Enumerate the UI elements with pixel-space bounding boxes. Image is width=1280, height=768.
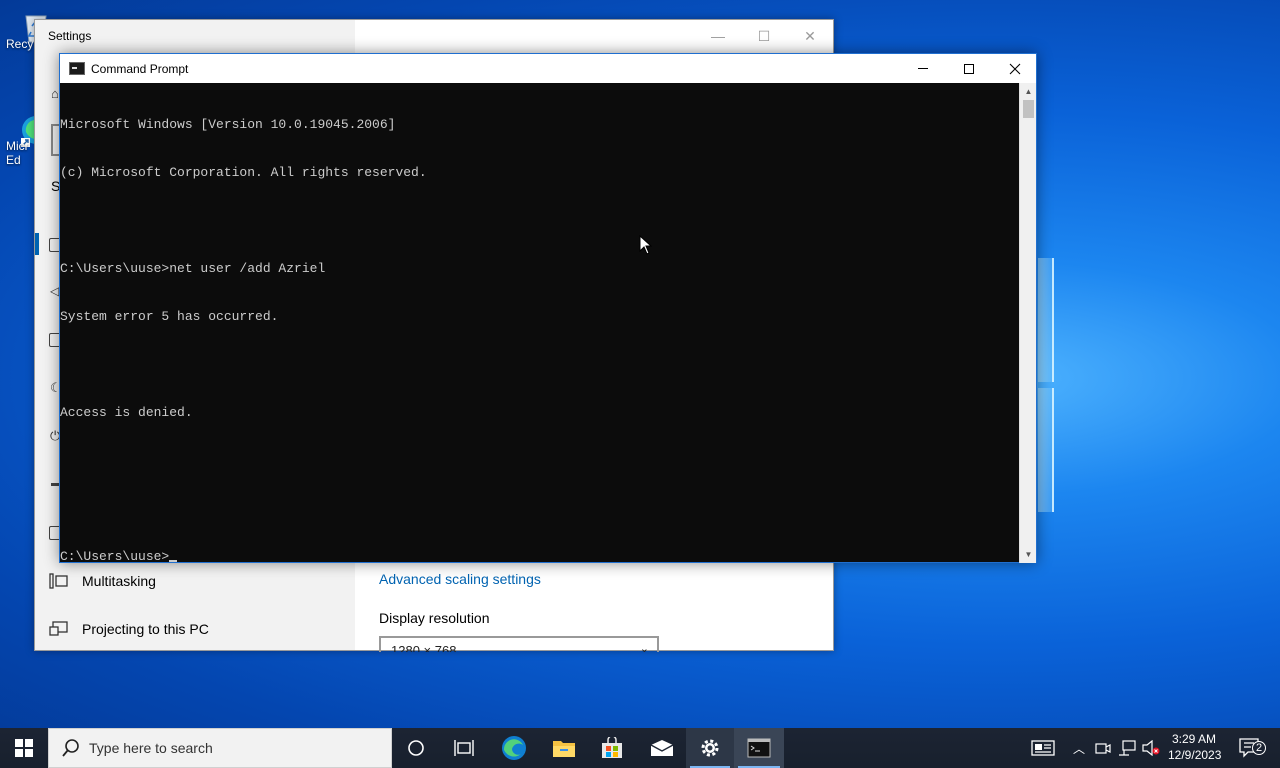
settings-window-controls: — ☐ ✕ xyxy=(695,20,833,52)
nav-item-label: Projecting to this PC xyxy=(82,621,209,637)
settings-maximize-button[interactable]: ☐ xyxy=(741,20,787,52)
command-prompt-window: Command Prompt Microsoft Windows [Versio… xyxy=(59,53,1037,565)
taskbar-cmd-button[interactable] xyxy=(734,728,784,768)
console-prompt: C:\Users\uuse> xyxy=(60,549,170,564)
search-placeholder: Type here to search xyxy=(89,740,213,756)
text-cursor xyxy=(169,560,178,562)
console-line: Microsoft Windows [Version 10.0.19045.20… xyxy=(60,117,396,132)
taskbar-store-button[interactable] xyxy=(588,728,636,768)
nav-item-projecting[interactable]: Projecting to this PC xyxy=(49,615,209,643)
volume-button[interactable] xyxy=(1140,728,1162,768)
camera-icon xyxy=(1095,743,1111,754)
scroll-down-arrow-icon[interactable]: ▼ xyxy=(1020,546,1037,563)
search-icon xyxy=(62,739,79,757)
cmd-maximize-button[interactable] xyxy=(946,54,992,83)
taskbar-settings-button[interactable] xyxy=(686,728,734,768)
task-view-icon xyxy=(454,740,474,756)
console-line: Access is denied. xyxy=(60,405,193,420)
console-prompt-line[interactable]: C:\Users\uuse> xyxy=(60,549,1020,565)
settings-icon xyxy=(701,739,719,757)
network-button[interactable] xyxy=(1116,728,1138,768)
display-resolution-dropdown[interactable]: 1280 × 768 ⌄ xyxy=(379,636,659,652)
action-center-button[interactable]: 2 xyxy=(1232,728,1268,768)
taskbar-file-explorer-button[interactable] xyxy=(540,728,588,768)
cmd-icon xyxy=(747,738,771,758)
windows-start-icon xyxy=(15,739,33,757)
taskbar-edge-button[interactable] xyxy=(490,728,538,768)
notification-count-badge: 2 xyxy=(1252,741,1266,755)
network-icon xyxy=(1119,740,1136,756)
cmd-window-title: Command Prompt xyxy=(91,61,189,76)
taskbar-search-box[interactable]: Type here to search xyxy=(48,728,392,768)
cmd-title-bar[interactable]: Command Prompt xyxy=(60,54,1036,83)
start-button[interactable] xyxy=(0,728,48,768)
cortana-button[interactable] xyxy=(392,728,440,768)
display-resolution-label: Display resolution xyxy=(379,610,490,626)
store-icon xyxy=(602,737,622,758)
cmd-vertical-scrollbar[interactable]: ▲ ▼ xyxy=(1019,83,1036,563)
mail-icon xyxy=(650,740,674,756)
clock-date: 12/9/2023 xyxy=(1168,748,1222,762)
show-hidden-icons-button[interactable]: ︿ xyxy=(1068,728,1090,768)
meet-now-button[interactable] xyxy=(1092,728,1114,768)
settings-minimize-button[interactable]: — xyxy=(695,20,741,52)
settings-home-icon[interactable]: ⌂ xyxy=(51,86,59,101)
task-view-button[interactable] xyxy=(440,728,488,768)
settings-window-title: Settings xyxy=(48,29,92,43)
console-line: System error 5 has occurred. xyxy=(60,309,279,324)
close-icon: ✕ xyxy=(804,27,816,44)
console-line: (c) Microsoft Corporation. All rights re… xyxy=(60,165,427,180)
minimize-icon xyxy=(918,68,928,69)
maximize-icon xyxy=(964,63,974,74)
maximize-icon: ☐ xyxy=(757,27,771,44)
console-output[interactable]: Microsoft Windows [Version 10.0.19045.20… xyxy=(60,83,1020,565)
projecting-icon xyxy=(49,621,68,636)
settings-close-button[interactable]: ✕ xyxy=(787,20,833,52)
clock-button[interactable]: 3:29 AM 12/9/2023 xyxy=(1168,731,1222,763)
display-resolution-value: 1280 × 768 xyxy=(391,643,457,653)
windows-logo-wallpaper xyxy=(1038,258,1056,514)
cmd-close-button[interactable] xyxy=(992,54,1038,83)
news-widget-button[interactable] xyxy=(1026,728,1060,768)
chevron-down-icon: ⌄ xyxy=(639,643,649,652)
taskbar: Type here to search ︿ 3:29 AM 12/9/2023 … xyxy=(0,728,1280,768)
mouse-pointer-icon xyxy=(639,235,653,255)
scrollbar-thumb[interactable] xyxy=(1023,100,1034,118)
edge-icon xyxy=(502,736,526,760)
nav-selection-indicator xyxy=(35,233,39,255)
news-icon xyxy=(1031,740,1055,756)
cmd-app-icon xyxy=(69,62,85,75)
file-explorer-icon xyxy=(553,741,575,757)
chevron-up-icon: ︿ xyxy=(1072,741,1085,756)
close-icon xyxy=(1009,63,1021,74)
clock-time: 3:29 AM xyxy=(1171,732,1217,746)
taskbar-mail-button[interactable] xyxy=(638,728,686,768)
cortana-icon xyxy=(408,740,424,756)
volume-muted-icon xyxy=(1142,740,1160,756)
minimize-icon: — xyxy=(711,28,725,44)
scroll-up-arrow-icon[interactable]: ▲ xyxy=(1020,83,1037,100)
cmd-minimize-button[interactable] xyxy=(900,54,946,83)
sound-icon[interactable]: ◁ xyxy=(50,284,59,298)
console-line: C:\Users\uuse>net user /add Azriel xyxy=(60,261,326,276)
